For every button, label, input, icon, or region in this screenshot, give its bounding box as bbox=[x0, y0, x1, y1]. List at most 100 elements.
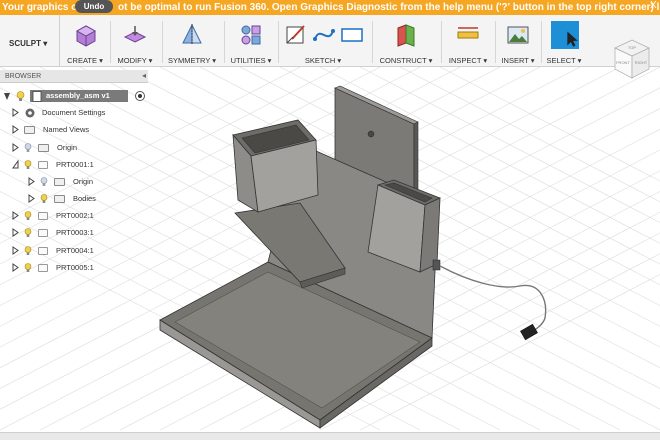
browser-item-prt0005[interactable]: PRT0005:1 bbox=[12, 259, 94, 276]
sketch-menu-label: SKETCH ▾ bbox=[304, 56, 342, 65]
browser-item-prt0001[interactable]: PRT0001:1 bbox=[12, 156, 94, 173]
divider bbox=[495, 21, 496, 63]
expand-triangle-icon[interactable] bbox=[12, 125, 19, 134]
collapse-triangle-icon[interactable] bbox=[12, 160, 19, 169]
undo-button[interactable]: Undo bbox=[75, 0, 113, 13]
close-warning-button[interactable]: X bbox=[650, 0, 660, 11]
browser-item-label: PRT0001:1 bbox=[56, 160, 94, 169]
activate-radio[interactable] bbox=[135, 91, 145, 101]
browser-item-prt0001-origin[interactable]: Origin bbox=[28, 173, 93, 190]
utilities-menu[interactable]: UTILITIES ▾ bbox=[226, 15, 276, 67]
select-cursor-icon bbox=[551, 21, 579, 49]
browser-item-document-settings[interactable]: Document Settings bbox=[12, 104, 105, 121]
workspace-switcher[interactable]: SCULPT ▾ bbox=[0, 15, 60, 67]
visibility-bulb-icon[interactable] bbox=[24, 159, 32, 170]
visibility-bulb-icon[interactable] bbox=[24, 210, 32, 221]
viewcube-front-label: FRONT bbox=[616, 60, 630, 65]
visibility-bulb-icon[interactable] bbox=[40, 193, 48, 204]
line-tool-icon bbox=[313, 29, 335, 41]
modify-menu[interactable]: MODIFY ▾ bbox=[112, 15, 158, 67]
browser-root-assembly[interactable]: assembly_asm v1 bbox=[30, 90, 128, 102]
browser-header[interactable]: BROWSER ◂ bbox=[0, 70, 148, 83]
modify-menu-label: MODIFY ▾ bbox=[117, 56, 153, 65]
utilities-icon bbox=[241, 25, 261, 45]
create-box-icon bbox=[75, 25, 97, 47]
symmetry-menu-label: SYMMETRY ▾ bbox=[167, 56, 217, 65]
collapse-triangle-icon[interactable] bbox=[3, 92, 11, 101]
divider bbox=[110, 21, 111, 63]
visibility-bulb-icon[interactable] bbox=[40, 176, 48, 187]
construct-menu-label: CONSTRUCT ▾ bbox=[379, 56, 433, 65]
component-icon bbox=[38, 228, 48, 237]
browser-item-prt0002[interactable]: PRT0002:1 bbox=[12, 207, 94, 224]
visibility-bulb-icon[interactable] bbox=[24, 262, 32, 273]
expand-triangle-icon[interactable] bbox=[12, 263, 19, 272]
component-icon bbox=[38, 160, 48, 169]
gear-icon bbox=[25, 108, 35, 117]
insert-image-icon bbox=[507, 26, 529, 44]
modify-form-icon bbox=[123, 26, 147, 43]
browser-item-label: PRT0005:1 bbox=[56, 263, 94, 272]
folder-icon bbox=[54, 194, 65, 203]
divider bbox=[372, 21, 373, 63]
browser-item-label: Document Settings bbox=[42, 108, 106, 117]
rectangle-tool-icon bbox=[341, 28, 363, 42]
expand-triangle-icon[interactable] bbox=[12, 211, 19, 220]
browser-item-label: Origin bbox=[73, 177, 94, 186]
create-menu[interactable]: CREATE ▾ bbox=[62, 15, 108, 67]
sketch-menu[interactable]: SKETCH ▾ bbox=[280, 15, 366, 67]
browser-item-prt0003[interactable]: PRT0003:1 bbox=[12, 224, 94, 241]
view-cube[interactable]: TOP FRONT RIGHT bbox=[612, 38, 652, 80]
3d-viewport[interactable] bbox=[0, 67, 660, 432]
browser-item-label: Origin bbox=[57, 143, 78, 152]
create-sketch-icon bbox=[286, 25, 305, 44]
warning-text-right: ot be optimal to run Fusion 360. Open Gr… bbox=[118, 2, 660, 13]
construct-plane-icon bbox=[397, 24, 415, 47]
browser-item-bodies[interactable]: Bodies bbox=[28, 190, 96, 207]
viewcube-top-label: TOP bbox=[628, 45, 636, 50]
document-icon bbox=[32, 91, 42, 102]
divider bbox=[224, 21, 225, 63]
component-icon bbox=[38, 211, 48, 220]
utilities-menu-label: UTILITIES ▾ bbox=[230, 56, 272, 65]
warning-text-left: Your graphics ca bbox=[2, 2, 83, 13]
divider bbox=[278, 21, 279, 63]
expand-triangle-icon[interactable] bbox=[12, 228, 19, 237]
toolbar: SCULPT ▾ CREATE ▾ MODIFY ▾ SYMMETRY ▾ UT… bbox=[0, 15, 660, 67]
browser-item-prt0004[interactable]: PRT0004:1 bbox=[12, 242, 94, 259]
insert-menu-label: INSERT ▾ bbox=[501, 56, 535, 65]
browser-item-label: PRT0004:1 bbox=[56, 246, 94, 255]
browser-title: BROWSER bbox=[5, 73, 42, 80]
create-menu-label: CREATE ▾ bbox=[67, 56, 103, 65]
navigation-bar[interactable] bbox=[0, 432, 660, 440]
measure-icon bbox=[457, 27, 479, 39]
expand-triangle-icon[interactable] bbox=[28, 194, 35, 203]
browser-item-label: PRT0003:1 bbox=[56, 228, 94, 237]
construct-menu[interactable]: CONSTRUCT ▾ bbox=[374, 15, 438, 67]
symmetry-menu[interactable]: SYMMETRY ▾ bbox=[164, 15, 220, 67]
folder-icon bbox=[24, 125, 35, 134]
browser-item-label: Bodies bbox=[73, 194, 96, 203]
expand-triangle-icon[interactable] bbox=[12, 108, 19, 117]
browser-item-named-views[interactable]: Named Views bbox=[12, 121, 89, 138]
expand-triangle-icon[interactable] bbox=[28, 177, 35, 186]
collapse-icon[interactable]: ◂ bbox=[142, 71, 146, 80]
insert-menu[interactable]: INSERT ▾ bbox=[497, 15, 539, 67]
expand-triangle-icon[interactable] bbox=[12, 143, 19, 152]
component-icon bbox=[38, 263, 48, 272]
expand-triangle-icon[interactable] bbox=[12, 246, 19, 255]
select-menu[interactable]: SELECT ▾ bbox=[543, 15, 585, 67]
divider bbox=[541, 21, 542, 63]
browser-item-label: Named Views bbox=[43, 125, 90, 134]
visibility-bulb-icon[interactable] bbox=[24, 245, 32, 256]
inspect-menu-label: INSPECT ▾ bbox=[448, 56, 488, 65]
symmetry-icon bbox=[182, 24, 202, 45]
visibility-bulb-icon[interactable] bbox=[24, 227, 32, 238]
visibility-bulb-icon[interactable] bbox=[16, 91, 25, 102]
visibility-bulb-icon[interactable] bbox=[24, 142, 32, 153]
select-menu-label: SELECT ▾ bbox=[546, 56, 582, 65]
divider bbox=[441, 21, 442, 63]
inspect-menu[interactable]: INSPECT ▾ bbox=[443, 15, 493, 67]
browser-item-label: PRT0002:1 bbox=[56, 211, 94, 220]
browser-item-origin[interactable]: Origin bbox=[12, 139, 77, 156]
